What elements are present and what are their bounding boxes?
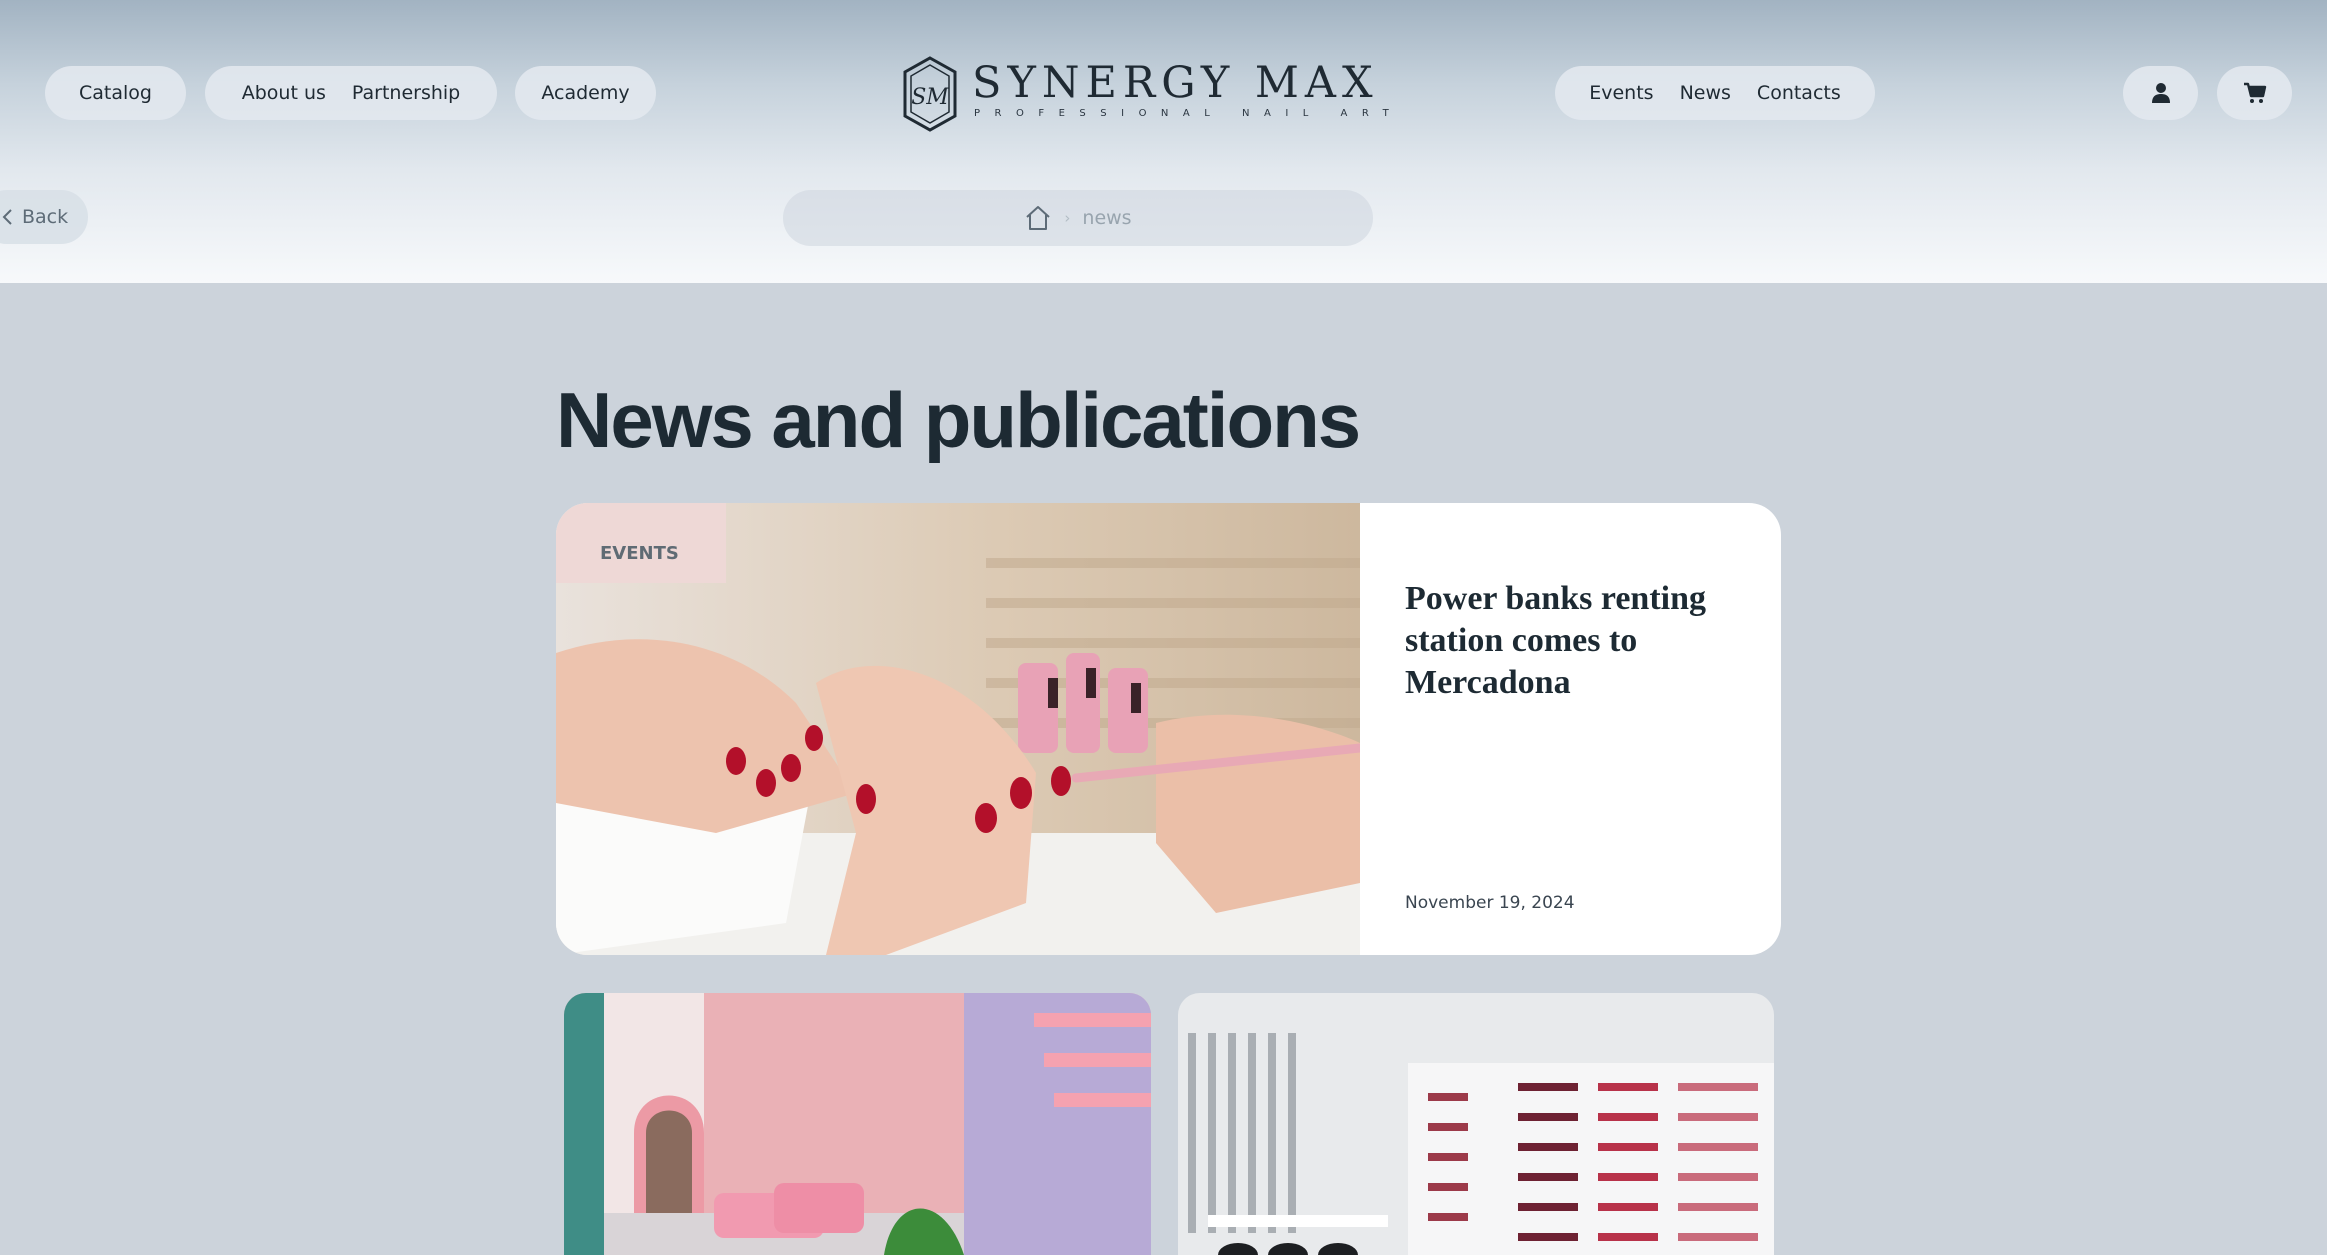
- news-date: November 19, 2024: [1405, 893, 1575, 913]
- page-title: News and publications: [556, 376, 1361, 464]
- polish-wall-photo: [1178, 993, 1774, 1255]
- nav-academy-pill: Academy: [515, 66, 656, 120]
- back-label: Back: [22, 206, 69, 228]
- cart-button[interactable]: [2217, 66, 2292, 120]
- brand-name: SYNERGY MAX: [972, 58, 1379, 108]
- svg-text:SM: SM: [911, 85, 949, 110]
- nav-right-group: Events News Contacts: [1555, 66, 1875, 120]
- breadcrumb: › news: [783, 190, 1373, 246]
- back-button[interactable]: Back: [0, 190, 88, 244]
- nav-contacts[interactable]: Contacts: [1744, 82, 1854, 104]
- manicure-photo: [556, 503, 1360, 955]
- news-thumbnail-polish-wall[interactable]: [1178, 993, 1774, 1255]
- news-title[interactable]: Power banks renting station comes to Mer…: [1405, 578, 1765, 704]
- nav-catalog[interactable]: Catalog: [66, 82, 165, 104]
- nav-news[interactable]: News: [1667, 82, 1744, 104]
- monogram-icon: SM: [903, 56, 957, 132]
- news-category: EVENTS: [600, 543, 679, 564]
- breadcrumb-separator: ›: [1064, 209, 1071, 227]
- news-thumbnail-salon[interactable]: [564, 993, 1151, 1255]
- account-button[interactable]: [2123, 66, 2198, 120]
- nav-partnership[interactable]: Partnership: [339, 82, 473, 104]
- brand-logo[interactable]: SM SYNERGY MAX PROFESSIONAL NAIL ART: [900, 56, 1389, 132]
- user-icon: [2151, 83, 2170, 103]
- home-icon[interactable]: [1024, 204, 1052, 232]
- nav-catalog-pill: Catalog: [45, 66, 186, 120]
- brand-tagline: PROFESSIONAL NAIL ART: [974, 108, 1404, 119]
- cart-icon: [2243, 82, 2266, 103]
- nav-about-us[interactable]: About us: [229, 82, 339, 104]
- nav-events[interactable]: Events: [1576, 82, 1666, 104]
- pink-salon-photo: [564, 993, 1151, 1255]
- breadcrumb-current: news: [1082, 207, 1132, 229]
- featured-news-card[interactable]: EVENTS: [556, 503, 1781, 955]
- chevron-left-icon: [2, 209, 12, 225]
- nav-academy[interactable]: Academy: [528, 82, 642, 104]
- nav-about-group: About us Partnership: [205, 66, 497, 120]
